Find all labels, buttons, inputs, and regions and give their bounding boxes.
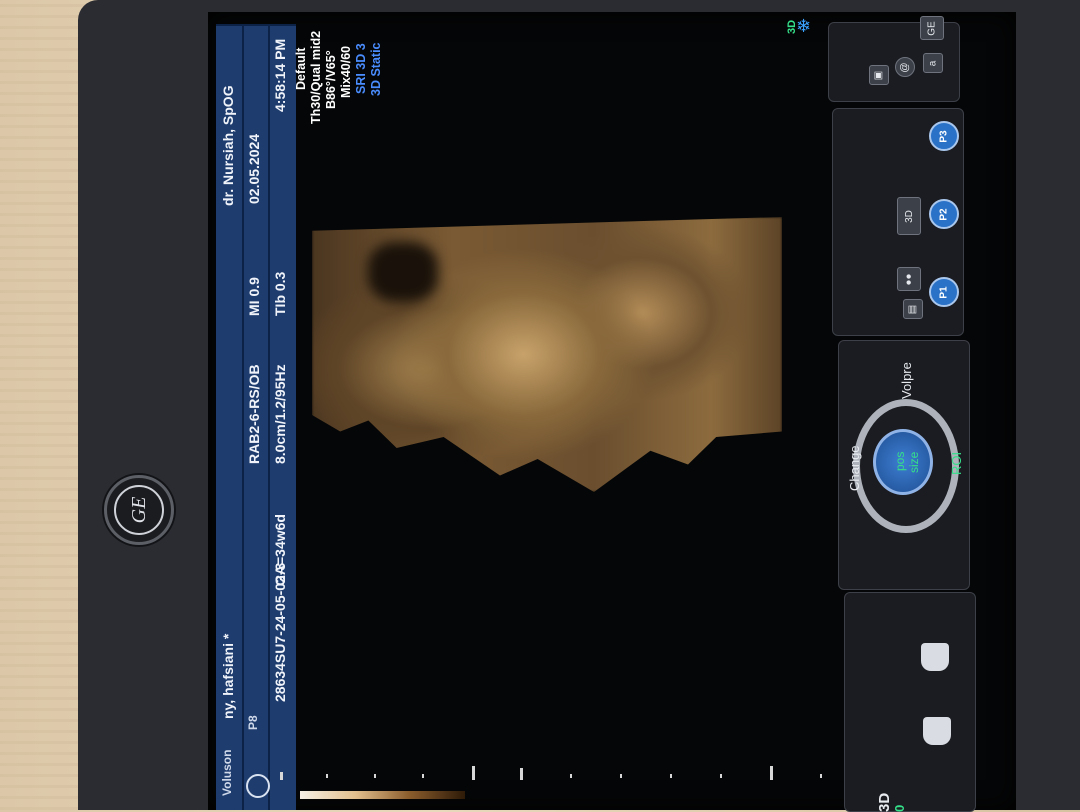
scan-parameters: 8.0cm/1.2/95Hz [272, 364, 288, 464]
at-button[interactable]: @ [895, 57, 915, 77]
p1-thumbnail: ●● [897, 267, 921, 291]
depth-tick [670, 774, 672, 778]
depth-tick [770, 766, 773, 780]
depth-tick [374, 774, 376, 778]
change-label: Change [847, 445, 862, 491]
preset-panel: P3 P2 P1 3D ●● ▤ [832, 108, 964, 336]
depth-tick [472, 766, 475, 780]
depth-tick [570, 774, 572, 778]
preset-p2-button[interactable]: P2 [929, 199, 959, 229]
volpre-label: Volpre [899, 362, 914, 399]
probe-label: RAB2-6-RS/OB [246, 364, 262, 464]
roi-label: ROI [949, 451, 964, 475]
image-settings: Default Th30/Qual mid2 B86°/V65° Mix40/6… [294, 24, 390, 124]
time-label: 4:58:14 PM [272, 38, 288, 112]
model-label: Voluson [220, 749, 234, 796]
bottom-mode-label: 3D [876, 792, 893, 812]
color-map-bar [300, 791, 465, 799]
ge-button[interactable]: GE [920, 16, 944, 40]
trackball-panel: pos size Change Volpre ROI [838, 340, 970, 590]
depth-tick [422, 774, 424, 778]
settings-line-6: 3D Static [369, 42, 383, 97]
preset-p3-button[interactable]: P3 [929, 121, 959, 151]
pos-label: pos [893, 451, 907, 471]
ultrasound-screen: Voluson ny, hafsiani * dr. Nursiah, SpOG… [208, 12, 1016, 812]
tib-value: TIb 0.3 [272, 271, 288, 316]
render-shadow [368, 242, 438, 302]
patient-name: ny, hafsiani * [220, 633, 236, 719]
gestational-age: GA=34w6d [272, 514, 288, 586]
settings-line-2: Th30/Qual mid2 [309, 30, 323, 124]
snowflake-icon: ❄ [796, 16, 812, 36]
ge-logo: GE [104, 475, 174, 545]
size-label: size [907, 451, 921, 473]
settings-line-4: Mix40/60 [339, 45, 353, 98]
doctor-name: dr. Nursiah, SpOG [220, 85, 236, 206]
p2-thumbnail: 3D [897, 197, 921, 235]
depth-tick [620, 774, 622, 778]
depth-tick [720, 774, 722, 778]
probe-icon [246, 774, 270, 798]
depth-tick [520, 768, 523, 780]
p1-icon: ▤ [903, 299, 923, 319]
depth-tick [280, 772, 283, 780]
settings-line-1: Default [294, 47, 308, 90]
preset-p1-button[interactable]: P1 [929, 277, 959, 307]
a-button[interactable]: a [923, 53, 943, 73]
bottom-panel [844, 592, 976, 812]
depth-tick [820, 774, 822, 778]
cube-icon[interactable] [921, 643, 949, 671]
monitor-icon[interactable]: ▣ [869, 65, 889, 85]
settings-line-3: B86°/V65° [324, 50, 338, 109]
mi-value: MI 0.9 [246, 277, 262, 316]
date-label: 02.05.2024 [246, 133, 262, 204]
header-strip: Voluson ny, hafsiani * dr. Nursiah, SpOG… [216, 24, 296, 810]
settings-line-5: SRI 3D 3 [354, 43, 368, 94]
ge-monogram-icon: GE [114, 485, 164, 535]
depth-tick [326, 774, 328, 778]
preset-label: P8 [246, 715, 260, 730]
bottom-value-label: 0 [892, 804, 907, 812]
cube-side-icon[interactable] [923, 717, 951, 745]
